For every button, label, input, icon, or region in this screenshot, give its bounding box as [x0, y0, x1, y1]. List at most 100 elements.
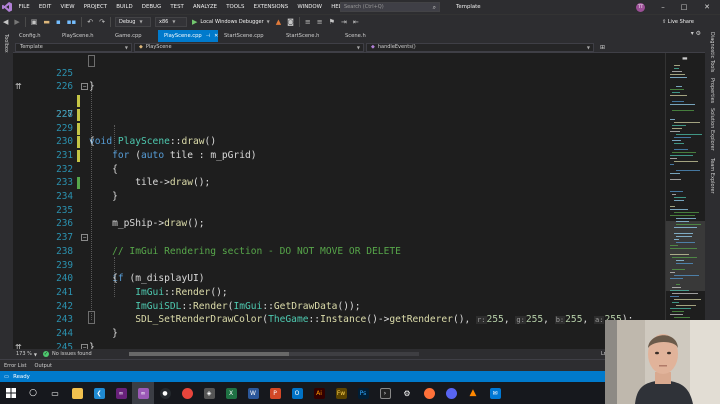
solution-explorer-tab[interactable]: Solution Explorer [709, 108, 715, 151]
visual-studio-icon[interactable]: ∞ [110, 382, 132, 404]
menu-edit[interactable]: EDIT [34, 0, 56, 14]
close-icon[interactable]: ✕ [698, 0, 716, 14]
tab-startscene-h[interactable]: StartScene.h [280, 30, 333, 42]
uncomment-icon[interactable]: ≡ [314, 16, 326, 28]
diagnostic-tools-tab[interactable]: Diagnostic Tools [709, 32, 715, 72]
properties-tab[interactable]: Properties [709, 78, 715, 103]
issues-status[interactable]: No issues found [52, 351, 92, 357]
minimize-icon[interactable]: – [654, 0, 672, 14]
mail-icon[interactable]: ✉ [484, 382, 506, 404]
redo-icon[interactable]: ↷ [96, 16, 108, 28]
fireworks-icon[interactable]: Fw [330, 382, 352, 404]
chevron-down-icon: ▼ [124, 44, 128, 50]
scope-select-value: PlayScene [145, 44, 172, 50]
undo-icon[interactable]: ↶ [84, 16, 96, 28]
left-tool-strip: Toolbox [0, 28, 13, 364]
references-icon[interactable]: ⇈ [15, 341, 22, 349]
references-icon[interactable]: ⇈ [15, 80, 22, 94]
save-all-icon[interactable]: ▪▪ [64, 16, 80, 28]
tab-game-cpp[interactable]: Game.cpp [109, 30, 158, 42]
tab-config-h[interactable]: Config.h [13, 30, 56, 42]
illustrator-icon[interactable]: Ai [308, 382, 330, 404]
minimap-line [670, 179, 681, 180]
task-view-icon[interactable]: ▭ [44, 382, 66, 404]
maximize-icon[interactable]: □ [675, 0, 693, 14]
menu-analyze[interactable]: ANALYZE [188, 0, 221, 14]
tab-playscene-h[interactable]: PlayScene.h [56, 30, 109, 42]
flame-icon[interactable]: ▲ [273, 16, 284, 28]
chrome-icon[interactable] [176, 382, 198, 404]
minimap-line [670, 74, 685, 75]
menu-tools[interactable]: TOOLS [222, 0, 249, 14]
menu-build[interactable]: BUILD [112, 0, 138, 14]
powerpoint-icon[interactable]: P [264, 382, 286, 404]
tab-scene-h[interactable]: Scene.h [333, 30, 373, 42]
discord-icon[interactable] [440, 382, 462, 404]
split-editor-icon[interactable]: ⊞ [600, 44, 605, 51]
windows-start-icon[interactable] [0, 382, 22, 404]
firefox-icon[interactable] [418, 382, 440, 404]
menu-bar: FILE EDIT VIEW PROJECT BUILD DEBUG TEST … [0, 0, 720, 14]
save-icon[interactable]: ▪ [53, 16, 64, 28]
unity-icon[interactable]: ◈ [198, 382, 220, 404]
menu-extensions[interactable]: EXTENSIONS [249, 0, 293, 14]
forward-icon[interactable]: ▶ [11, 16, 22, 28]
settings-icon[interactable]: ⚙ [396, 382, 418, 404]
minimap-line [674, 137, 691, 138]
horizontal-scrollbar[interactable] [129, 352, 419, 356]
indent-icon[interactable]: ⇥ [338, 16, 350, 28]
code-editor[interactable]: 225 } 226 ⇈ 227 − void PlayScene::draw()… [13, 53, 665, 349]
word-icon[interactable]: W [242, 382, 264, 404]
bookmark-icon[interactable]: ⚑ [326, 16, 338, 28]
tab-startscene-cpp[interactable]: StartScene.cpp [218, 30, 280, 42]
excel-icon[interactable]: X [220, 382, 242, 404]
minimap-scrollbar[interactable]: ▬ [665, 53, 705, 349]
file-explorer-icon[interactable] [66, 382, 88, 404]
minimap-viewport[interactable] [666, 221, 705, 291]
menu-test[interactable]: TEST [166, 0, 189, 14]
menu-view[interactable]: VIEW [56, 0, 79, 14]
user-avatar[interactable]: TT [636, 3, 645, 12]
github-desktop-icon[interactable]: ● [154, 382, 176, 404]
search-icon[interactable]: ○ [22, 382, 44, 404]
output-tab[interactable]: Output [31, 363, 56, 369]
error-list-tab[interactable]: Error List [0, 363, 31, 369]
team-explorer-tab[interactable]: Team Explorer [709, 158, 715, 194]
search-input[interactable]: Search (Ctrl+Q) ⌕ [340, 2, 440, 12]
camera-icon[interactable]: ◙ [284, 16, 297, 28]
open-icon[interactable]: ▬ [40, 16, 53, 28]
menu-file[interactable]: FILE [14, 0, 34, 14]
back-icon[interactable]: ◀ [0, 16, 11, 28]
right-tool-strip: Diagnostic Tools Properties Solution Exp… [705, 28, 720, 364]
terminal-icon[interactable]: › [374, 382, 396, 404]
menu-window[interactable]: WINDOW [293, 0, 327, 14]
tab-playscene-cpp[interactable]: PlayScene.cpp ⊣ ✕ [158, 30, 218, 42]
new-item-icon[interactable]: ▣ [28, 16, 41, 28]
outdent-icon[interactable]: ⇤ [350, 16, 362, 28]
member-select[interactable]: ◆ handleEvents() ▼ [366, 42, 594, 52]
photoshop-icon[interactable]: Ps [352, 382, 374, 404]
start-debugging-button[interactable]: ▶ Local Windows Debugger ▼ [189, 18, 273, 26]
menu-project[interactable]: PROJECT [79, 0, 111, 14]
collapse-icon[interactable]: − [81, 83, 88, 91]
collapse-icon[interactable]: − [81, 234, 88, 242]
visual-studio-preview-icon[interactable]: ∞ [132, 382, 154, 404]
split-window-icon[interactable]: ▬ [682, 55, 688, 62]
scope-select[interactable]: ◆ PlayScene ▼ [134, 42, 364, 52]
zoom-level[interactable]: 173 % [16, 351, 32, 357]
outlook-icon[interactable]: O [286, 382, 308, 404]
minimap-line [670, 272, 675, 273]
comment-icon[interactable]: ≡ [302, 16, 314, 28]
toolbox-tab[interactable]: Toolbox [3, 34, 9, 53]
vlc-icon[interactable]: ▲ [462, 382, 484, 404]
pin-icon[interactable]: ⊣ [206, 33, 210, 39]
project-select[interactable]: Template ▼ [15, 42, 132, 52]
platform-select[interactable]: x86 ▼ [155, 16, 188, 27]
minimap-line [674, 68, 679, 69]
tab-overflow-icon[interactable]: ▾ ⚙ [691, 30, 701, 37]
scrollbar-thumb[interactable] [129, 352, 289, 356]
menu-debug[interactable]: DEBUG [137, 0, 166, 14]
solution-config-select[interactable]: Debug ▼ [115, 16, 152, 27]
vs-code-icon[interactable]: ❮ [88, 382, 110, 404]
live-share-button[interactable]: ⇪ Live Share [662, 16, 694, 28]
